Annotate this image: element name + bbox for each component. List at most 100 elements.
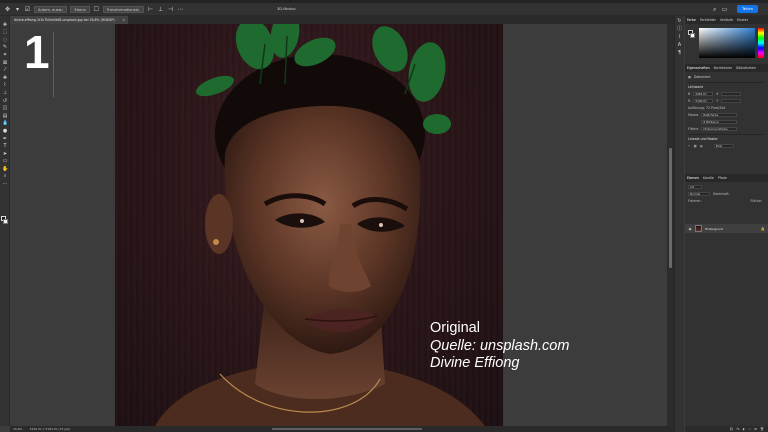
workspace-icon[interactable]: ▭ bbox=[721, 6, 728, 13]
ruler-icon[interactable]: ⌐ bbox=[688, 144, 691, 148]
tab-properties[interactable]: Eigenschaften bbox=[687, 66, 710, 70]
blur-tool-icon[interactable]: 💧 bbox=[2, 120, 8, 126]
fill-select[interactable]: Hintergrundfarbe bbox=[701, 126, 738, 132]
align-left-icon[interactable]: ⊢ bbox=[147, 6, 154, 13]
opacity-label: Deckkraft: bbox=[713, 192, 730, 196]
depth-select[interactable]: 8 Bit/Kanal bbox=[701, 119, 738, 125]
layers-panel-tabs: Ebenen Kanäle Pfade bbox=[685, 174, 768, 182]
color-picker-field[interactable] bbox=[699, 28, 755, 58]
tab-layers[interactable]: Ebenen bbox=[687, 176, 699, 180]
transform-controls-label[interactable]: Transformationsst. bbox=[102, 5, 144, 13]
pen-tool-icon[interactable]: ✒ bbox=[2, 136, 8, 142]
overlay-number: 1 bbox=[24, 26, 50, 78]
eraser-tool-icon[interactable]: ◫ bbox=[2, 105, 8, 111]
shape-tool-icon[interactable]: ▭ bbox=[2, 158, 8, 164]
chevron-down-icon[interactable]: ▾ bbox=[14, 6, 21, 13]
color-panel-tabs: Farbe Farbfelder Verläufe Muster bbox=[685, 16, 768, 24]
link-icon[interactable]: ⛓ bbox=[729, 427, 733, 431]
grid-icon[interactable]: ▦ bbox=[694, 144, 697, 148]
frame-tool-icon[interactable]: ⊠ bbox=[2, 60, 8, 66]
eye-icon[interactable]: ◉ bbox=[687, 227, 693, 231]
tab-patterns[interactable]: Muster bbox=[737, 18, 748, 22]
type-tool-icon[interactable]: T bbox=[2, 143, 8, 149]
tab-adjustments[interactable]: Korrekturen bbox=[714, 66, 733, 70]
x-field[interactable] bbox=[721, 91, 742, 97]
right-panels: Farbe Farbfelder Verläufe Muster Eigensc… bbox=[685, 16, 768, 432]
info-icon[interactable]: ⓘ bbox=[677, 26, 683, 32]
character-icon[interactable]: A bbox=[677, 42, 683, 48]
height-label: H bbox=[688, 99, 691, 103]
marquee-tool-icon[interactable]: ⬚ bbox=[2, 29, 8, 35]
options-bar: ✥ ▾ ☑ Autom. ausw.: Ebene ☐ Transformati… bbox=[0, 3, 768, 16]
crop-tool-icon[interactable]: ⌗ bbox=[2, 52, 8, 58]
width-field[interactable]: 3456 Px bbox=[693, 91, 714, 97]
tab-swatches[interactable]: Farbfelder bbox=[700, 18, 716, 22]
layer-kind-filter[interactable]: Art bbox=[688, 184, 702, 190]
horizontal-scroll-thumb[interactable] bbox=[272, 428, 422, 430]
align-right-icon[interactable]: ⊣ bbox=[167, 6, 174, 13]
move-icon[interactable]: ✥ bbox=[4, 6, 11, 13]
collapsed-panel-strip: ↻ ⓘ ⌇ A ¶ bbox=[674, 16, 684, 432]
close-icon[interactable]: × bbox=[122, 16, 125, 24]
properties-panel: ▣ Dokument Leinwand B 3456 Px X H 5184 Px… bbox=[685, 72, 768, 152]
new-layer-icon[interactable]: ⊞ bbox=[754, 427, 757, 431]
eyedropper-tool-icon[interactable]: ⁄ bbox=[2, 67, 8, 73]
brush-settings-icon[interactable]: ⌇ bbox=[677, 34, 683, 40]
doc-type-icon: ▣ bbox=[688, 75, 692, 79]
caption-line-3: Divine Effiong bbox=[430, 355, 520, 371]
blend-mode-select[interactable]: Normal bbox=[688, 191, 710, 197]
folder-icon[interactable]: ▭ bbox=[748, 427, 751, 431]
fx-icon[interactable]: fx bbox=[736, 427, 739, 431]
more-tools-icon[interactable]: ⋯ bbox=[2, 181, 8, 187]
quick-select-tool-icon[interactable]: ✎ bbox=[2, 44, 8, 50]
paragraph-icon[interactable]: ¶ bbox=[677, 50, 683, 56]
resolution-text: Auflösung: 72 Pixel/Zoll bbox=[688, 106, 726, 110]
hue-slider[interactable] bbox=[758, 28, 764, 58]
caption-line-1: Original bbox=[430, 320, 480, 336]
history-brush-icon[interactable]: ↺ bbox=[2, 98, 8, 104]
vertical-scroll-thumb[interactable] bbox=[669, 148, 672, 268]
tab-libraries[interactable]: Bibliotheken bbox=[736, 66, 756, 70]
photo-caption: Original Quelle: unsplash.com Divine Eff… bbox=[430, 320, 569, 373]
zoom-level[interactable]: 16,6% bbox=[13, 427, 23, 431]
share-button[interactable]: Teilen bbox=[737, 5, 758, 13]
brush-tool-icon[interactable]: ⌇ bbox=[2, 82, 8, 88]
tab-paths[interactable]: Pfade bbox=[718, 176, 727, 180]
lock-icon[interactable]: 🔒 bbox=[761, 227, 765, 231]
vertical-scrollbar[interactable] bbox=[667, 24, 674, 426]
transform-checkbox[interactable]: ☐ bbox=[93, 6, 100, 13]
history-icon[interactable]: ↻ bbox=[677, 18, 683, 24]
hand-tool-icon[interactable]: ✋ bbox=[2, 166, 8, 172]
guides-icon[interactable]: ▥ bbox=[700, 144, 703, 148]
background-color-chip[interactable] bbox=[690, 33, 695, 38]
lasso-tool-icon[interactable]: ◌ bbox=[2, 37, 8, 43]
layer-row[interactable]: ◉ Hintergrund 🔒 bbox=[685, 224, 768, 233]
gradient-tool-icon[interactable]: ▤ bbox=[2, 113, 8, 119]
more-icon[interactable]: ⋯ bbox=[177, 6, 184, 13]
y-field[interactable] bbox=[721, 98, 742, 104]
move-tool-icon[interactable]: ✥ bbox=[2, 22, 8, 28]
align-center-icon[interactable]: ⊥ bbox=[157, 6, 164, 13]
trash-icon[interactable]: 🗑 bbox=[760, 427, 764, 431]
canvas-area[interactable]: 1 Original Quelle: unsplash.com Divine E… bbox=[10, 24, 667, 426]
doc-type-label: Dokument bbox=[694, 75, 711, 79]
layer-select[interactable]: Ebene bbox=[70, 5, 90, 13]
tab-gradients[interactable]: Verläufe bbox=[720, 18, 733, 22]
search-icon[interactable]: ⌕ bbox=[711, 6, 718, 13]
unit-select[interactable]: Pixel bbox=[713, 143, 734, 149]
healing-tool-icon[interactable]: ✚ bbox=[2, 75, 8, 81]
dodge-tool-icon[interactable]: ● bbox=[2, 128, 8, 134]
zoom-tool-icon[interactable]: ⌕ bbox=[2, 173, 8, 179]
mask-icon[interactable]: ◐ bbox=[742, 427, 745, 431]
tab-channels[interactable]: Kanäle bbox=[703, 176, 714, 180]
document-tab[interactable]: divine-effiong-1t1h7k0ek5bf8-unsplash.jp… bbox=[10, 16, 128, 24]
mode-select[interactable]: RGB-Farbe bbox=[701, 112, 738, 118]
background-color-swatch[interactable] bbox=[3, 219, 8, 224]
height-field[interactable]: 5184 Px bbox=[693, 98, 714, 104]
stamp-tool-icon[interactable]: ⊥ bbox=[2, 90, 8, 96]
auto-select-checkbox[interactable]: ☑ bbox=[24, 6, 31, 13]
layer-name[interactable]: Hintergrund bbox=[705, 227, 723, 231]
divider bbox=[688, 82, 765, 83]
path-select-tool-icon[interactable]: ➤ bbox=[2, 151, 8, 157]
tab-color[interactable]: Farbe bbox=[687, 18, 696, 22]
